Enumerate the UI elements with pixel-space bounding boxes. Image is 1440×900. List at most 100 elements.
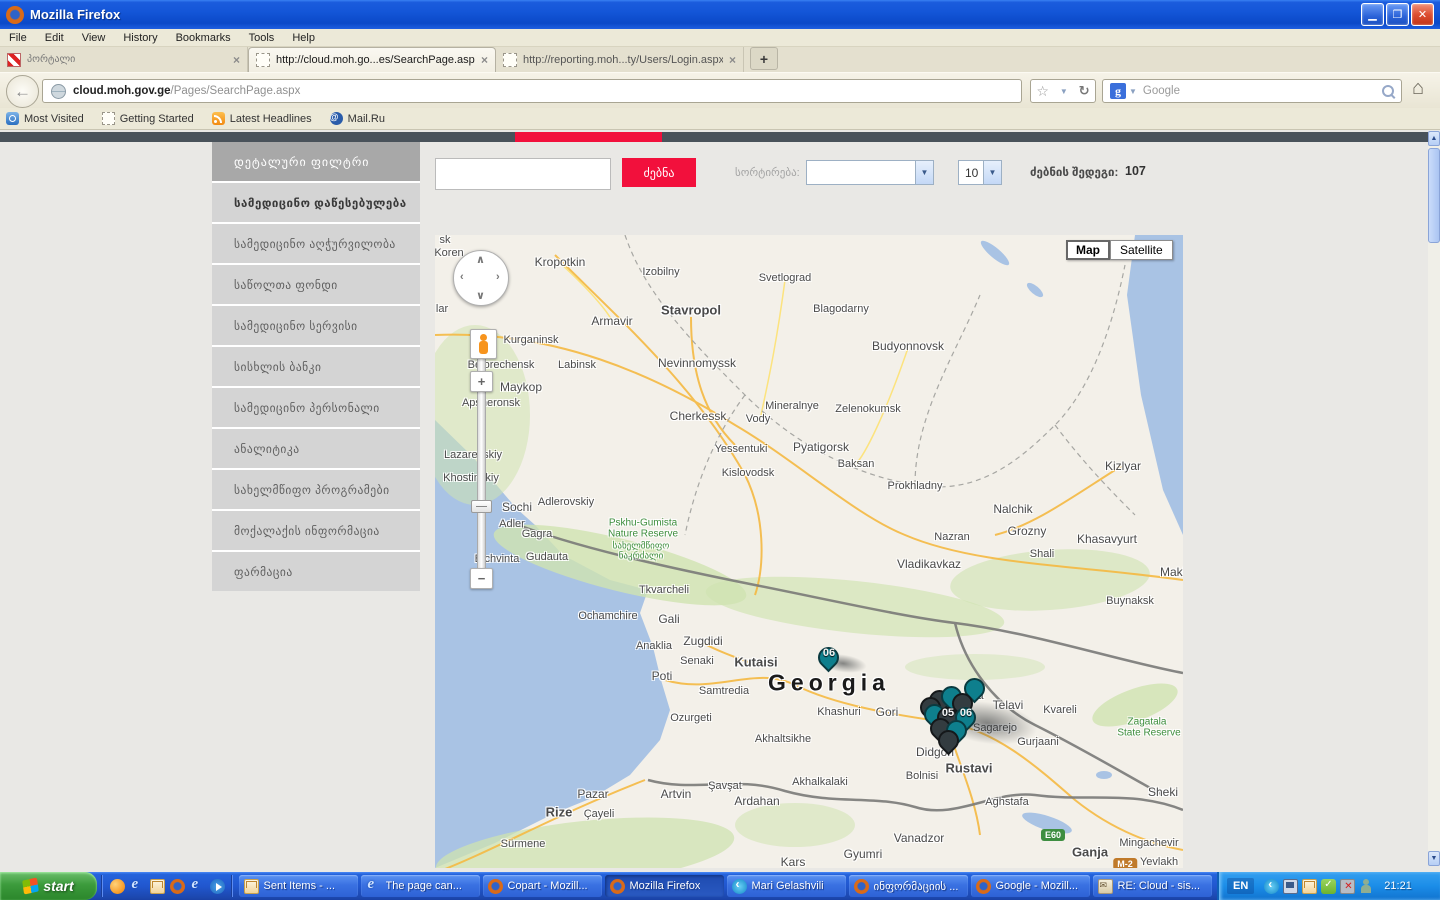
quick-launch-icon[interactable] <box>210 879 225 894</box>
sort-dropdown[interactable]: ▼ <box>806 160 934 185</box>
pan-down-icon[interactable]: ∨ <box>476 289 485 302</box>
sidebar-item[interactable]: სამედიცინო პერსონალი <box>212 388 420 427</box>
back-button[interactable]: ← <box>6 75 39 108</box>
menu-item[interactable]: Bookmarks <box>167 32 240 44</box>
url-bar[interactable]: cloud.moh.gov.ge /Pages/SearchPage.aspx <box>42 79 1022 103</box>
quick-launch-icon[interactable] <box>130 879 145 894</box>
search-bar[interactable]: g ▼ Google <box>1102 79 1402 103</box>
tray-icon[interactable] <box>1283 879 1298 894</box>
windows-flag-icon <box>22 878 39 895</box>
zoom-out-button[interactable]: − <box>470 568 493 589</box>
sidebar-item[interactable]: სახელმწიფო პროგრამები <box>212 470 420 509</box>
sidebar-item[interactable]: მოქალაქის ინფორმაცია <box>212 511 420 550</box>
taskbar-window-button[interactable]: Sent Items - ... <box>239 875 358 897</box>
pan-right-icon[interactable]: › <box>496 271 500 283</box>
tab-portal[interactable]: პორტალი × <box>0 47 248 72</box>
map-type-satellite-button[interactable]: Satellite <box>1110 240 1173 260</box>
map-place-label: Kutaisi <box>734 655 777 670</box>
sidebar-item[interactable]: სამედიცინო დაწესებულება <box>212 183 420 222</box>
new-tab-button[interactable]: + <box>750 47 778 70</box>
taskbar-window-icon <box>244 879 259 894</box>
sidebar-item[interactable]: სამედიცინო სერვისი <box>212 306 420 345</box>
sidebar-item[interactable]: ანალიტიკა <box>212 429 420 468</box>
map-place-label: Kizlyar <box>1105 459 1141 473</box>
map-place-label: Ardahan <box>734 794 779 808</box>
tab-close-icon[interactable]: × <box>481 53 488 67</box>
start-button[interactable]: start <box>0 872 97 900</box>
zoom-in-button[interactable]: + <box>470 371 493 392</box>
chevron-down-icon[interactable]: ▼ <box>1129 87 1137 96</box>
map-place-label: Ochamchire <box>578 610 637 622</box>
menu-item[interactable]: File <box>0 32 36 44</box>
tab-close-icon[interactable]: × <box>729 53 736 67</box>
tray-icon[interactable] <box>1302 879 1317 894</box>
minimize-button[interactable]: ▁ <box>1361 3 1384 26</box>
menu-item[interactable]: History <box>114 32 166 44</box>
pan-left-icon[interactable]: ‹ <box>460 271 464 283</box>
bookmark-star-icon[interactable]: ☆ <box>1036 83 1049 100</box>
quick-launch-icon[interactable] <box>110 879 125 894</box>
dropdown-arrow-icon[interactable]: ▼ <box>915 161 933 184</box>
map-place-label: Nevinnomyssk <box>658 356 736 370</box>
tray-icon[interactable] <box>1264 879 1279 894</box>
quick-launch-icon[interactable] <box>170 879 185 894</box>
taskbar-window-button[interactable]: Google - Mozill... <box>971 875 1090 897</box>
taskbar-window-button[interactable]: Mozilla Firefox <box>605 875 724 897</box>
chevron-down-icon[interactable]: ▼ <box>1060 87 1068 96</box>
search-magnifier-icon[interactable] <box>1382 85 1394 97</box>
street-view-pegman[interactable] <box>470 329 497 359</box>
search-button[interactable]: ძებნა <box>622 158 696 187</box>
sidebar-item[interactable]: სამედიცინო აღჭურვილობა <box>212 224 420 263</box>
bookmark-latest-headlines[interactable]: Latest Headlines <box>212 112 312 125</box>
close-button[interactable]: ✕ <box>1411 3 1434 26</box>
zoom-slider-handle[interactable] <box>471 500 492 513</box>
tab-searchpage[interactable]: http://cloud.moh.go...es/SearchPage.aspx… <box>248 47 496 72</box>
dropdown-arrow-icon[interactable]: ▼ <box>983 161 1001 184</box>
google-map[interactable]: skKorenlarKropotkinIzobilnySvetlogradSta… <box>435 235 1183 868</box>
tray-icon[interactable] <box>1340 879 1355 894</box>
sort-label: სორტირება: <box>735 166 800 179</box>
tab-close-icon[interactable]: × <box>233 53 240 67</box>
map-place-label: Samtredia <box>699 685 749 697</box>
quick-launch-icon[interactable] <box>150 879 165 894</box>
taskbar-window-button[interactable]: Copart - Mozill... <box>483 875 602 897</box>
tray-icon[interactable] <box>1359 879 1374 894</box>
map-type-map-button[interactable]: Map <box>1066 240 1110 260</box>
map-place-label: Adlerovskiy <box>538 496 594 508</box>
taskbar-separator <box>101 875 103 897</box>
map-place-label: Mineralnye <box>765 400 819 412</box>
pan-up-icon[interactable]: ∧ <box>476 253 485 266</box>
scrollbar-thumb[interactable] <box>1428 148 1440 243</box>
tray-icon[interactable] <box>1321 879 1336 894</box>
menu-item[interactable]: View <box>73 32 115 44</box>
quick-launch-icon[interactable] <box>190 879 205 894</box>
google-engine-icon[interactable]: g <box>1110 83 1126 99</box>
vertical-scrollbar[interactable]: ▲ ▼ <box>1428 131 1440 866</box>
bookmark-mailru[interactable]: @Mail.Ru <box>330 112 385 125</box>
map-place-label: Tkvarcheli <box>639 584 689 596</box>
language-indicator[interactable]: EN <box>1227 878 1254 894</box>
taskbar-window-button[interactable]: The page can... <box>361 875 480 897</box>
tab-reporting[interactable]: http://reporting.moh...ty/Users/Login.as… <box>496 47 744 72</box>
bookmark-getting-started[interactable]: Getting Started <box>102 112 194 125</box>
scroll-up-arrow[interactable]: ▲ <box>1428 131 1440 146</box>
menu-item[interactable]: Edit <box>36 32 73 44</box>
taskbar-window-button[interactable]: RE: Cloud - sis... <box>1093 875 1212 897</box>
page-size-dropdown[interactable]: 10 ▼ <box>958 160 1002 185</box>
menu-item[interactable]: Help <box>283 32 324 44</box>
home-button[interactable]: ⌂ <box>1412 77 1424 100</box>
map-pan-control[interactable]: ∧ ∨ ‹ › <box>453 250 509 306</box>
reload-icon[interactable]: ↻ <box>1079 83 1090 99</box>
sidebar-item[interactable]: სისხლის ბანკი <box>212 347 420 386</box>
map-place-label: Rize <box>546 805 573 820</box>
bookmark-most-visited[interactable]: Most Visited <box>6 112 84 125</box>
menu-item[interactable]: Tools <box>240 32 284 44</box>
taskbar-window-button[interactable]: Mari Gelashvili <box>727 875 846 897</box>
restore-button[interactable]: ❐ <box>1386 3 1409 26</box>
map-place-label: Rustavi <box>946 761 993 776</box>
sidebar-item[interactable]: საწოლთა ფონდი <box>212 265 420 304</box>
taskbar-window-button[interactable]: ინფორმაციის ... <box>849 875 968 897</box>
search-input[interactable] <box>435 158 611 190</box>
scroll-down-arrow[interactable]: ▼ <box>1428 851 1440 866</box>
sidebar-item[interactable]: ფარმაცია <box>212 552 420 591</box>
